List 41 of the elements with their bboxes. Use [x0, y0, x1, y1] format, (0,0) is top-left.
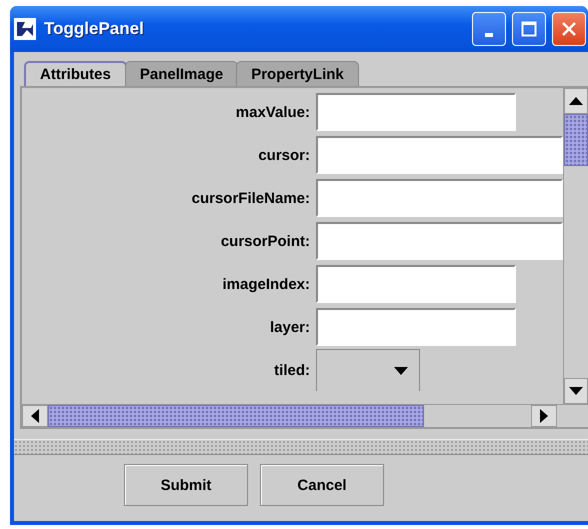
tab[interactable]: Attributes	[24, 61, 127, 86]
minimize-button[interactable]	[472, 12, 506, 46]
input-field[interactable]	[316, 93, 516, 131]
right-arrow-icon	[540, 409, 548, 423]
close-button[interactable]	[552, 12, 586, 46]
field-label: cursor:	[257, 146, 311, 164]
maximize-icon	[521, 21, 537, 37]
input-field[interactable]	[316, 136, 563, 174]
tab[interactable]: PropertyLink	[236, 61, 359, 86]
scroll-right-button[interactable]	[531, 405, 557, 427]
up-arrow-icon	[569, 97, 583, 105]
field-label: cursorPoint:	[220, 232, 311, 250]
scroll-up-button[interactable]	[564, 88, 588, 114]
field-label: layer:	[268, 318, 311, 336]
app-icon	[14, 18, 36, 40]
scroll-down-button[interactable]	[564, 378, 588, 404]
field-label: imageIndex:	[221, 276, 311, 292]
tab[interactable]: PanelImage	[124, 61, 238, 86]
field-label: cursorFileName:	[190, 190, 311, 206]
scroll-thumb[interactable]	[48, 405, 424, 427]
caret-icon	[393, 366, 409, 376]
input-field[interactable]	[316, 265, 516, 303]
down-arrow-icon	[569, 387, 583, 395]
window-title: TogglePanel	[44, 19, 144, 39]
scroll-thumb[interactable]	[564, 114, 588, 166]
maximize-button[interactable]	[512, 12, 546, 46]
field-label: maxValue:	[234, 104, 311, 120]
splitter[interactable]	[14, 439, 588, 455]
close-icon	[561, 21, 577, 37]
field-label: tiled:	[273, 362, 311, 378]
vertical-scrollbar[interactable]	[563, 88, 588, 404]
input-field[interactable]	[316, 222, 563, 260]
minimize-icon	[485, 33, 493, 37]
horizontal-scrollbar[interactable]	[22, 405, 557, 427]
dropdown[interactable]	[316, 349, 420, 391]
scroll-left-button[interactable]	[22, 405, 48, 427]
dialog-button[interactable]: Cancel	[260, 464, 384, 506]
input-field[interactable]	[316, 179, 563, 217]
dialog-button[interactable]: Submit	[124, 464, 248, 506]
left-arrow-icon	[31, 409, 39, 423]
input-field[interactable]	[316, 308, 516, 346]
